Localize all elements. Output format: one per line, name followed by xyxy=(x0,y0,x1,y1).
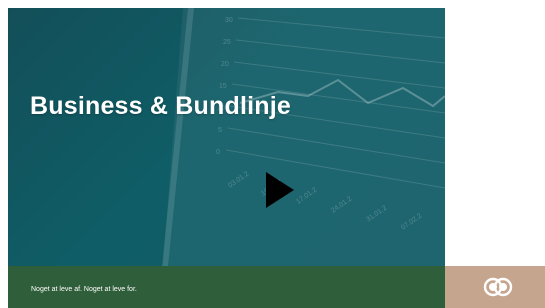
play-button[interactable] xyxy=(260,168,300,212)
video-title: Business & Bundlinje xyxy=(30,92,291,120)
y-tick: 30 xyxy=(225,17,233,24)
background-chart-image: 30 25 20 15 10 5 0 03.01.2 10.01.2 17.01… xyxy=(162,8,445,266)
play-icon xyxy=(266,172,294,208)
y-tick: 25 xyxy=(223,39,231,46)
logo-panel xyxy=(445,266,545,308)
video-player[interactable]: 30 25 20 15 10 5 0 03.01.2 10.01.2 17.01… xyxy=(8,8,445,266)
infinity-ring-logo-icon xyxy=(483,277,513,297)
footer-bar: Noget at leve af. Noget at leve for. xyxy=(8,266,445,308)
footer-tagline: Noget at leve af. Noget at leve for. xyxy=(31,286,137,293)
y-tick: 20 xyxy=(221,61,229,68)
y-tick: 15 xyxy=(219,83,227,90)
y-tick: 0 xyxy=(216,149,220,156)
y-tick: 5 xyxy=(218,127,222,134)
